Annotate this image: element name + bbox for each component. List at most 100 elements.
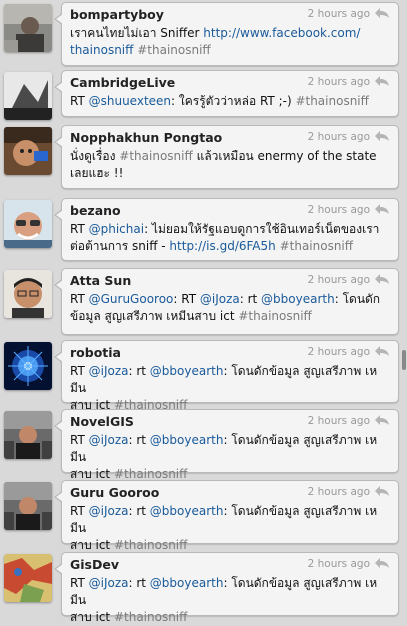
tweet-timestamp[interactable]: 2 hours ago <box>308 415 370 427</box>
timeline[interactable]: bompartyboy 2 hours ago เราคนไทยไม่เอา S… <box>0 0 407 624</box>
tweet-timestamp[interactable]: 2 hours ago <box>308 76 370 88</box>
tweet-bubble: Guru Gooroo 2 hours ago RT @iJoza: rt @b… <box>54 480 399 552</box>
mention-link[interactable]: @iJoza <box>89 576 129 590</box>
mention-link[interactable]: @bboyearth <box>150 433 224 447</box>
tweet-item: bompartyboy 2 hours ago เราคนไทยไม่เอา S… <box>0 0 400 67</box>
avatar[interactable] <box>4 127 52 175</box>
tweet-text-segment: RT <box>70 576 89 590</box>
reply-arrow-icon[interactable] <box>374 75 390 87</box>
tweet-text: RT @phichai: ไม่ยอมให้รัฐแอบดูการใช้อินเ… <box>70 221 390 255</box>
tweet-bubble: NovelGIS 2 hours ago RT @iJoza: rt @bboy… <box>54 409 399 481</box>
tweet-bubble: bezano 2 hours ago RT @phichai: ไม่ยอมให… <box>54 198 399 261</box>
scrollbar-track[interactable] <box>401 0 407 621</box>
avatar[interactable] <box>4 4 52 52</box>
mention-link[interactable]: @bboyearth <box>150 504 224 518</box>
tweet-bubble: Nopphakhun Pongtao 2 hours ago นั่งดูเรื… <box>54 125 399 189</box>
tweet-item: GisDev 2 hours ago RT @iJoza: rt @bboyea… <box>0 550 400 624</box>
mention-link[interactable]: @bboyearth <box>150 576 224 590</box>
tweet-text-segment: : rt <box>239 292 262 306</box>
tweet-username[interactable]: CambridgeLive <box>70 75 175 90</box>
reply-arrow-icon[interactable] <box>374 414 390 426</box>
avatar[interactable] <box>4 411 52 459</box>
avatar[interactable] <box>4 554 52 602</box>
tweet-text-segment: RT <box>70 433 89 447</box>
tweet-bubble: CambridgeLive 2 hours ago RT @shuuexteen… <box>54 70 399 117</box>
tweet-username[interactable]: robotia <box>70 345 121 360</box>
scrollbar-thumb[interactable] <box>402 350 406 370</box>
tweet-username[interactable]: NovelGIS <box>70 414 134 429</box>
avatar[interactable] <box>4 342 52 390</box>
tweet-item: robotia 2 hours ago RT @iJoza: rt @bboye… <box>0 338 400 412</box>
tweet-bubble: robotia 2 hours ago RT @iJoza: rt @bboye… <box>54 340 399 412</box>
tweet-item: Nopphakhun Pongtao 2 hours ago นั่งดูเรื… <box>0 123 400 190</box>
hashtag-link[interactable]: #thainosniff <box>137 43 210 57</box>
tweet-text: RT @iJoza: rt @bboyearth: โดนดักข้อมูล ส… <box>70 432 390 483</box>
tweet-text: เราคนไทยไม่เอา Sniffer http://www.facebo… <box>70 25 390 59</box>
tweet-text-segment: เราคนไทยไม่เอา Sniffer <box>70 26 204 40</box>
tweet-text-segment: : rt <box>128 504 150 518</box>
tweet-text-segment: นั่งดูเรื่อง <box>70 149 120 163</box>
hashtag-link[interactable]: #thainosniff <box>119 149 192 163</box>
mention-link[interactable]: @GuruGooroo <box>89 292 174 306</box>
reply-arrow-icon[interactable] <box>374 557 390 569</box>
tweet-item: NovelGIS 2 hours ago RT @iJoza: rt @bboy… <box>0 407 400 481</box>
tweet-text-segment: : rt <box>128 576 150 590</box>
mention-link[interactable]: @iJoza <box>89 504 129 518</box>
tweet-timestamp[interactable]: 2 hours ago <box>308 346 370 358</box>
tweet-username[interactable]: GisDev <box>70 557 119 572</box>
tweet-timestamp[interactable]: 2 hours ago <box>308 274 370 286</box>
tweet-bubble: Atta Sun 2 hours ago RT @GuruGooroo: RT … <box>54 268 399 335</box>
tweet-item: Atta Sun 2 hours ago RT @GuruGooroo: RT … <box>0 266 400 336</box>
tweet-timestamp[interactable]: 2 hours ago <box>308 486 370 498</box>
tweet-timestamp[interactable]: 2 hours ago <box>308 204 370 216</box>
tweet-bubble: bompartyboy 2 hours ago เราคนไทยไม่เอา S… <box>54 2 399 66</box>
tweet-text-segment: RT <box>70 364 89 378</box>
tweet-text: นั่งดูเรื่อง #thainosniff แล้วเหมือน ene… <box>70 148 390 182</box>
mention-link[interactable]: @bboyearth <box>150 364 224 378</box>
avatar[interactable] <box>4 270 52 318</box>
tweet-text-segment: RT <box>70 94 89 108</box>
tweet-username[interactable]: Nopphakhun Pongtao <box>70 130 222 145</box>
tweet-item: Guru Gooroo 2 hours ago RT @iJoza: rt @b… <box>0 478 400 552</box>
tweet-text-segment: : rt <box>128 364 150 378</box>
tweet-text: RT @GuruGooroo: RT @iJoza: rt @bboyearth… <box>70 291 390 325</box>
reply-arrow-icon[interactable] <box>374 345 390 357</box>
mention-link[interactable]: @iJoza <box>200 292 240 306</box>
mention-link[interactable]: @iJoza <box>89 433 129 447</box>
tweet-text: RT @iJoza: rt @bboyearth: โดนดักข้อมูล ส… <box>70 575 390 626</box>
tweet-timestamp[interactable]: 2 hours ago <box>308 131 370 143</box>
tweet-item: bezano 2 hours ago RT @phichai: ไม่ยอมให… <box>0 196 400 261</box>
tweet-username[interactable]: Atta Sun <box>70 273 131 288</box>
avatar[interactable] <box>4 72 52 120</box>
tweet-username[interactable]: bezano <box>70 203 121 218</box>
reply-arrow-icon[interactable] <box>374 273 390 285</box>
tweet-text: RT @iJoza: rt @bboyearth: โดนดักข้อมูล ส… <box>70 503 390 554</box>
tweet-item: CambridgeLive 2 hours ago RT @shuuexteen… <box>0 68 400 121</box>
reply-arrow-icon[interactable] <box>374 130 390 142</box>
tweet-text-segment: : RT <box>173 292 200 306</box>
hashtag-link[interactable]: #thainosniff <box>238 309 311 323</box>
tweet-text: RT @shuuexteen: ใครรู้ตัวว่าหล่อ RT ;-) … <box>70 93 390 110</box>
avatar[interactable] <box>4 482 52 530</box>
avatar[interactable] <box>4 200 52 248</box>
tweet-text-segment: : ใครรู้ตัวว่าหล่อ RT ;-) <box>171 94 296 108</box>
tweet-text-segment: RT <box>70 222 89 236</box>
tweet-bubble: GisDev 2 hours ago RT @iJoza: rt @bboyea… <box>54 552 399 624</box>
hashtag-link[interactable]: #thainosniff <box>114 610 187 624</box>
mention-link[interactable]: @bboyearth <box>261 292 335 306</box>
reply-arrow-icon[interactable] <box>374 485 390 497</box>
tweet-timestamp[interactable]: 2 hours ago <box>308 558 370 570</box>
url-link[interactable]: http://is.gd/6FA5h <box>169 239 275 253</box>
mention-link[interactable]: @iJoza <box>89 364 129 378</box>
tweet-username[interactable]: bompartyboy <box>70 7 164 22</box>
tweet-timestamp[interactable]: 2 hours ago <box>308 8 370 20</box>
hashtag-link[interactable]: #thainosniff <box>280 239 353 253</box>
mention-link[interactable]: @shuuexteen <box>89 94 171 108</box>
tweet-text-segment: RT <box>70 292 89 306</box>
mention-link[interactable]: @phichai <box>89 222 144 236</box>
tweet-username[interactable]: Guru Gooroo <box>70 485 159 500</box>
reply-arrow-icon[interactable] <box>374 7 390 19</box>
reply-arrow-icon[interactable] <box>374 203 390 215</box>
tweet-text-segment: RT <box>70 504 89 518</box>
hashtag-link[interactable]: #thainosniff <box>295 94 368 108</box>
